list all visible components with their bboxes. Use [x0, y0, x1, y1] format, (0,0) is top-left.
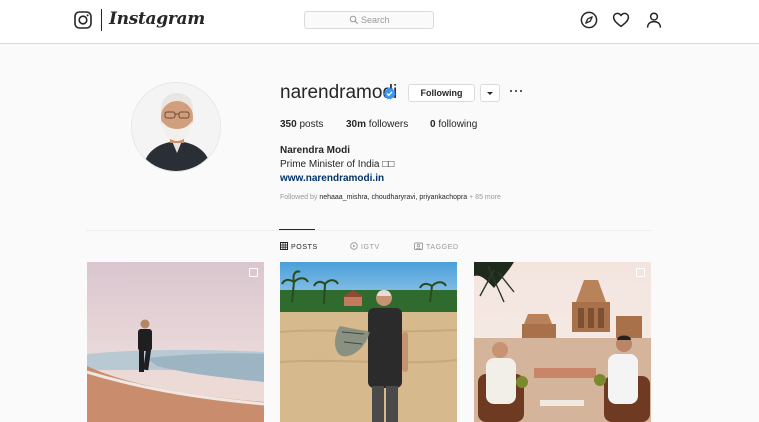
search-box[interactable]	[304, 11, 434, 29]
instagram-wordmark[interactable]: Instagram	[109, 9, 205, 29]
tabs-divider	[86, 230, 652, 231]
following-button[interactable]: Following	[408, 84, 475, 102]
following-count: 0	[430, 119, 436, 130]
tab-igtv[interactable]: IGTV	[350, 242, 380, 251]
multi-photo-icon	[636, 268, 645, 277]
suggested-dropdown-button[interactable]	[480, 84, 500, 102]
top-navigation-bar: Instagram	[0, 0, 759, 44]
tab-posts[interactable]: POSTS	[280, 242, 318, 251]
post-thumbnail-beach-cleanup[interactable]	[280, 262, 457, 422]
verified-badge-icon	[383, 87, 396, 100]
followed-by-names: nehaaa_mishra, choudharyravi, priyankach…	[319, 194, 468, 201]
search-input[interactable]	[361, 13, 431, 27]
posts-label: posts	[299, 119, 324, 130]
following-label: following	[438, 119, 478, 130]
followed-by-prefix: Followed by	[280, 194, 318, 201]
profile-photo	[132, 83, 220, 171]
profile-username: narendramodi	[280, 82, 398, 103]
followers-count: 30m	[346, 119, 367, 130]
posts-count: 350	[280, 119, 297, 130]
logo-divider	[101, 9, 102, 31]
person-icon[interactable]	[645, 11, 663, 29]
grid-icon	[280, 242, 288, 250]
posts-count-stat: 350 posts	[280, 119, 323, 130]
tab-tagged-label: TAGGED	[426, 244, 459, 251]
search-icon	[349, 15, 358, 24]
post-thumbnail-temple-meeting[interactable]	[474, 262, 651, 422]
profile-avatar[interactable]	[131, 82, 221, 172]
following-stat[interactable]: 0 following	[430, 119, 477, 130]
followed-by-more: + 85 more	[469, 194, 501, 201]
profile-full-name: Narendra Modi	[280, 145, 351, 156]
instagram-glyph-icon[interactable]	[74, 11, 92, 29]
igtv-icon	[350, 242, 358, 250]
tab-posts-label: POSTS	[291, 244, 318, 251]
tagged-icon	[414, 242, 423, 250]
post-image-beach-walk	[87, 262, 264, 422]
chevron-down-icon	[487, 92, 493, 95]
post-image-beach-cleanup	[280, 262, 457, 422]
more-options-icon[interactable]	[509, 86, 523, 96]
post-thumbnail-beach-walk[interactable]	[87, 262, 264, 422]
active-tab-indicator	[279, 229, 315, 230]
followers-stat[interactable]: 30m followers	[346, 119, 408, 130]
post-image-temple-meeting	[474, 262, 651, 422]
multi-photo-icon	[249, 268, 258, 277]
tab-igtv-label: IGTV	[361, 244, 380, 251]
compass-icon[interactable]	[580, 11, 598, 29]
heart-icon[interactable]	[612, 11, 630, 29]
followers-label: followers	[368, 119, 409, 130]
profile-bio: Prime Minister of India □□	[280, 159, 395, 170]
tab-tagged[interactable]: TAGGED	[414, 242, 459, 251]
profile-website-link[interactable]: www.narendramodi.in	[280, 173, 384, 184]
followed-by-text[interactable]: Followed by nehaaa_mishra, choudharyravi…	[280, 194, 501, 201]
